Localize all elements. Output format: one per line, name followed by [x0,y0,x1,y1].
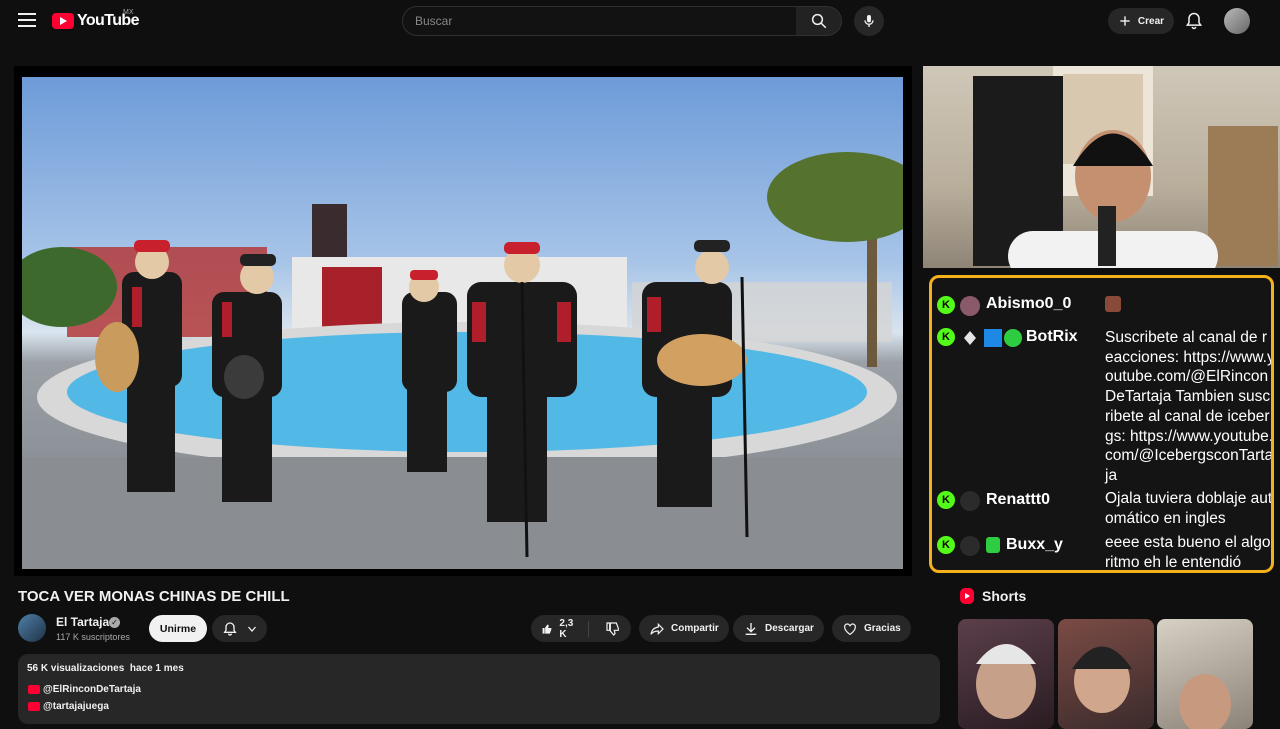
subscriber-count: 117 K suscriptores [56,632,130,642]
gift-badge-icon [986,537,1000,553]
top-bar: YouTube MX Crear [0,0,1280,42]
chat-username: Renattt0 [986,491,1051,508]
verified-badge-icon [1004,329,1022,347]
emote-icon [1105,296,1121,312]
short-thumbnail[interactable] [1058,619,1154,729]
like-dislike-group: 2,3 K [531,615,631,642]
country-code: MX [123,9,134,16]
video-title: TOCA VER MONAS CHINAS DE CHILL [18,588,290,605]
thumbs-up-icon [542,623,552,634]
join-button[interactable]: Unirme [149,615,207,642]
chat-username: BotRix [1026,328,1078,345]
share-icon [650,622,664,635]
kick-badge-icon: K [937,328,955,346]
youtube-icon [28,702,40,711]
channel-avatar[interactable] [18,614,46,642]
user-avatar-icon [960,491,980,511]
plus-icon [1120,16,1130,26]
streamer-webcam [923,66,1280,268]
kick-badge-icon: K [937,536,955,554]
chat-text [1105,296,1271,318]
short-thumbnail[interactable] [958,619,1054,729]
kick-badge-icon: K [937,296,955,314]
chat-text: Ojala tuviera doblaje automático en ingl… [1105,490,1273,527]
subscription-bell-button[interactable] [212,615,267,642]
microphone-icon [864,15,874,27]
bot-icon [960,328,980,348]
notifications-button[interactable] [1184,11,1204,36]
bell-icon [222,621,237,636]
video-frame-image [22,77,903,569]
verified-check-icon: ✓ [109,617,120,628]
youtube-play-icon [52,13,74,29]
voice-search-button[interactable] [854,6,884,36]
shorts-header: Shorts [960,588,1026,604]
chat-text: Suscribete al canal de reacciones: https… [1105,329,1274,484]
description-link[interactable]: @ElRinconDeTartaja [28,684,141,695]
shorts-icon [960,588,974,604]
chevron-down-icon [247,626,256,632]
heart-dollar-icon [844,622,856,635]
download-icon [745,622,757,635]
bot-badge-icon [984,329,1002,347]
like-button[interactable]: 2,3 K [531,618,589,640]
download-button[interactable]: Descargar [733,615,824,642]
search-button[interactable] [796,6,842,36]
bell-icon [1185,12,1203,30]
account-avatar[interactable] [1224,8,1250,34]
user-avatar-icon [960,296,980,316]
chat-username: Abismo0_0 [986,295,1072,312]
youtube-icon [28,685,40,694]
search-icon [811,13,826,29]
chat-text: eeee esta bueno el algoritmo eh le enten… [1105,534,1271,571]
view-count-and-date: 56 K visualizaciones hace 1 mes [27,663,184,674]
channel-name[interactable]: El Tartaja [56,615,109,629]
description-link[interactable]: @tartajajuega [28,701,109,712]
menu-icon[interactable] [18,13,36,27]
create-button[interactable]: Crear [1108,8,1174,34]
user-avatar-icon [960,536,980,556]
short-thumbnail[interactable] [1157,619,1253,729]
thumbs-down-icon [606,621,619,636]
share-button[interactable]: Compartir [639,615,729,642]
chat-overlay: K Abismo0_0 K BotRix Suscribete al canal… [929,275,1274,573]
kick-badge-icon: K [937,491,955,509]
search-box [402,6,797,36]
search-input[interactable] [403,7,796,35]
thanks-button[interactable]: Gracias [832,615,911,642]
chat-username: Buxx_y [1006,536,1063,553]
dislike-button[interactable] [595,621,631,637]
